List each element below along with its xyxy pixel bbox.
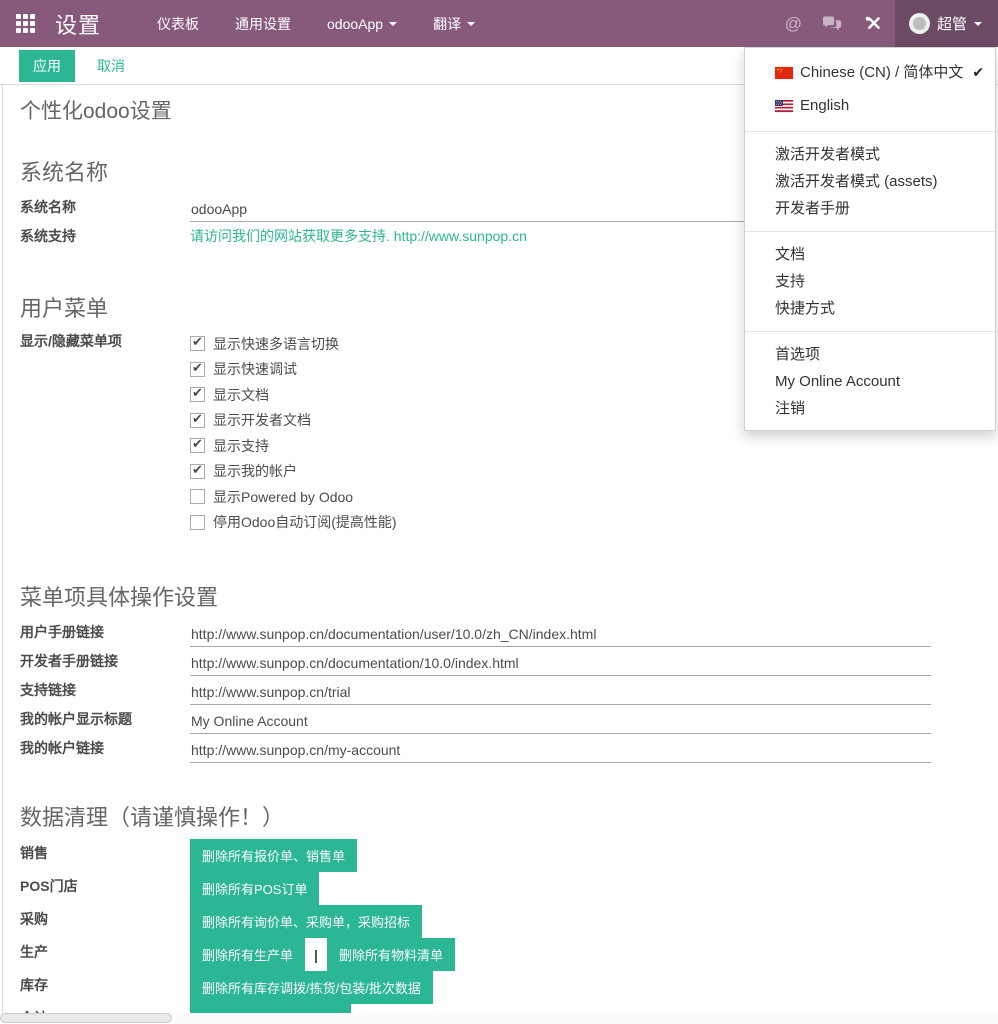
horizontal-scrollbar[interactable] <box>0 1013 998 1024</box>
menu-item-preferences[interactable]: 首选项 <box>745 341 995 368</box>
section-heading-data-cleanup: 数据清理（请谨慎操作！） <box>20 800 982 832</box>
checkbox[interactable] <box>190 413 205 428</box>
avatar <box>909 13 930 34</box>
menu-odooapp[interactable]: odooApp <box>309 0 415 47</box>
cancel-link[interactable]: 取消 <box>97 56 125 76</box>
my-account-title-input[interactable] <box>190 713 931 734</box>
user-menu-button[interactable]: 超管 <box>895 0 998 47</box>
field-label: 开发者手册链接 <box>20 651 190 676</box>
menu-item-support[interactable]: 支持 <box>745 268 995 295</box>
apply-button[interactable]: 应用 <box>19 50 75 82</box>
menu-item-my-online-account[interactable]: My Online Account <box>745 368 995 395</box>
apps-grid-icon <box>16 14 35 33</box>
menu-item-activate-developer-mode-assets[interactable]: 激活开发者模式 (assets) <box>745 168 995 195</box>
cn-flag-icon <box>775 67 793 79</box>
chevron-down-icon <box>389 22 397 26</box>
field-label: 支持链接 <box>20 680 190 705</box>
scrollbar-thumb[interactable] <box>0 1013 172 1023</box>
menu-item-documentation[interactable]: 文档 <box>745 241 995 268</box>
checkbox[interactable] <box>190 464 205 479</box>
section-heading-menu-links: 菜单项具体操作设置 <box>20 580 982 612</box>
field-label: 生产 <box>20 942 190 967</box>
developer-manual-link-input[interactable] <box>190 655 931 676</box>
support-link-input[interactable] <box>190 684 931 705</box>
checkbox-show-language-switch[interactable]: 显示快速多语言切换 <box>190 331 397 357</box>
checkbox-list: 显示快速多语言切换 显示快速调试 显示文档 显示开发者文档 显示支持 显示我的帐… <box>190 331 397 535</box>
mentions-at-icon[interactable]: @ <box>775 0 812 47</box>
chevron-down-icon <box>467 22 475 26</box>
field-label: 库存 <box>20 975 190 1000</box>
cleanup-row-pos: POS门店 删除所有POS订单 <box>20 872 982 905</box>
messages-chat-icon[interactable] <box>812 0 852 47</box>
user-manual-link-input[interactable] <box>190 626 931 647</box>
menu-dashboard[interactable]: 仪表板 <box>139 0 217 47</box>
checkbox-show-documentation[interactable]: 显示文档 <box>190 382 397 408</box>
user-name: 超管 <box>937 13 967 34</box>
delete-sales-orders-button[interactable]: 删除所有报价单、销售单 <box>190 839 357 872</box>
my-account-link-input[interactable] <box>190 742 931 763</box>
menu-item-logout[interactable]: 注销 <box>745 395 995 422</box>
support-website-link[interactable]: 请访问我们的网站获取更多支持. http://www.sunpop.cn <box>190 226 527 251</box>
field-label: POS门店 <box>20 876 190 901</box>
menu-item-developer-manual[interactable]: 开发者手册 <box>745 195 995 222</box>
field-row-developer-manual-link: 开发者手册链接 <box>20 647 982 676</box>
debug-tools-button[interactable] <box>852 0 895 47</box>
chevron-down-icon <box>974 22 982 26</box>
us-flag-icon <box>775 100 793 112</box>
field-label: 我的帐户显示标题 <box>20 709 190 734</box>
field-label: 系统名称 <box>20 197 190 222</box>
field-row-user-manual-link: 用户手册链接 <box>20 618 982 647</box>
wrench-screwdriver-icon <box>865 15 882 32</box>
checkbox[interactable] <box>190 515 205 530</box>
delete-purchase-orders-button[interactable]: 删除所有询价单、采购单，采购招标 <box>190 905 422 938</box>
checkbox[interactable] <box>190 362 205 377</box>
app-title: 设置 <box>49 8 111 40</box>
checkbox[interactable] <box>190 336 205 351</box>
checkbox-show-powered-by-odoo[interactable]: 显示Powered by Odoo <box>190 484 397 510</box>
chat-bubbles-icon <box>822 16 842 32</box>
menu-item-shortcuts[interactable]: 快捷方式 <box>745 295 995 322</box>
cleanup-row-manufacturing: 生产 删除所有生产单 | 删除所有物料清单 <box>20 938 982 971</box>
menu-translate[interactable]: 翻译 <box>415 0 493 47</box>
cleanup-row-inventory: 库存 删除所有库存调拨/拣货/包装/批次数据 <box>20 971 982 1004</box>
delete-production-orders-button[interactable]: 删除所有生产单 <box>190 938 305 971</box>
field-row-support-link: 支持链接 <box>20 676 982 705</box>
apps-menu-button[interactable] <box>0 0 49 47</box>
selected-check-icon <box>970 63 984 82</box>
field-label: 我的帐户链接 <box>20 738 190 763</box>
cleanup-row-sales: 销售 删除所有报价单、销售单 <box>20 839 982 872</box>
checkbox-show-developer-doc[interactable]: 显示开发者文档 <box>190 408 397 434</box>
delete-inventory-data-button[interactable]: 删除所有库存调拨/拣货/包装/批次数据 <box>190 971 433 1004</box>
menu-item-language-english[interactable]: English <box>745 89 995 122</box>
menu-divider <box>745 131 995 132</box>
field-label: 用户手册链接 <box>20 622 190 647</box>
checkbox[interactable] <box>190 438 205 453</box>
checkbox-show-quick-debug[interactable]: 显示快速调试 <box>190 357 397 383</box>
delete-pos-orders-button[interactable]: 删除所有POS订单 <box>190 872 319 905</box>
field-label: 系统支持 <box>20 226 190 251</box>
user-dropdown-menu: Chinese (CN) / 简体中文 English 激活开发者模式 激活开发… <box>744 47 996 431</box>
top-navbar: 设置 仪表板 通用设置 odooApp 翻译 @ 超管 <box>0 0 998 47</box>
field-label: 显示/隐藏菜单项 <box>20 331 190 535</box>
field-label: 销售 <box>20 843 190 868</box>
cleanup-row-purchase: 采购 删除所有询价单、采购单，采购招标 <box>20 905 982 938</box>
menu-item-activate-developer-mode[interactable]: 激活开发者模式 <box>745 141 995 168</box>
delete-bom-button[interactable]: 删除所有物料清单 <box>327 938 455 971</box>
menu-divider <box>745 331 995 332</box>
menu-item-language-chinese[interactable]: Chinese (CN) / 简体中文 <box>745 56 995 89</box>
menu-divider <box>745 231 995 232</box>
checkbox-show-my-account[interactable]: 显示我的帐户 <box>190 459 397 485</box>
field-row-my-account-title: 我的帐户显示标题 <box>20 705 982 734</box>
checkbox[interactable] <box>190 489 205 504</box>
checkbox-disable-auto-subscribe[interactable]: 停用Odoo自动订阅(提高性能) <box>190 510 397 536</box>
checkbox-show-support[interactable]: 显示支持 <box>190 433 397 459</box>
checkbox[interactable] <box>190 387 205 402</box>
menu-general-settings[interactable]: 通用设置 <box>217 0 309 47</box>
button-separator: | <box>305 947 327 963</box>
field-label: 采购 <box>20 909 190 934</box>
field-row-my-account-link: 我的帐户链接 <box>20 734 982 763</box>
main-menu: 仪表板 通用设置 odooApp 翻译 <box>139 0 493 47</box>
